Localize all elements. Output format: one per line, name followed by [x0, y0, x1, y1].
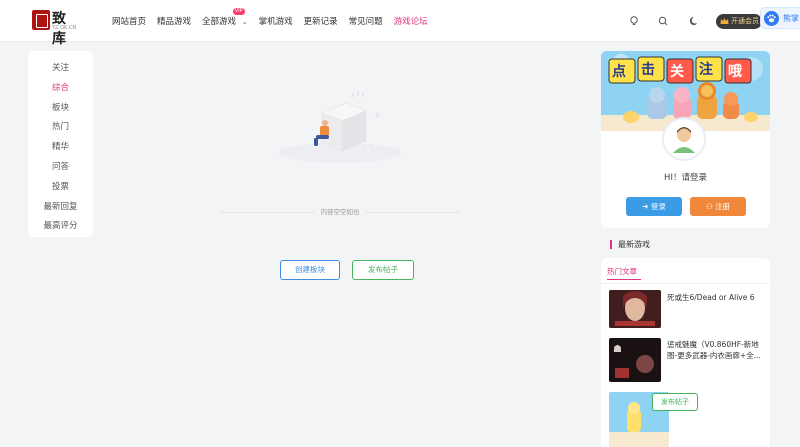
sidebar-item-general[interactable]: 综合: [28, 79, 93, 99]
crown-icon: [720, 18, 729, 24]
open-vip-button[interactable]: 开通会员: [716, 14, 762, 29]
latest-games-heading: 最新游戏: [610, 239, 650, 250]
register-button[interactable]: ⚇ 注册: [690, 197, 746, 216]
user-avatar[interactable]: [662, 117, 706, 161]
banner-char-2: 击: [641, 61, 655, 78]
logo-seal: [32, 10, 50, 30]
article-title-line2[interactable]: 图-更多武器-内衣画廊+全...: [667, 350, 761, 361]
sidebar-item-qa[interactable]: 问答: [28, 158, 93, 178]
sidebar-item-featured[interactable]: 精华: [28, 138, 93, 158]
banner-char-4: 注: [699, 61, 713, 78]
nav-changelog[interactable]: 更新记录: [304, 15, 338, 27]
baidu-label: 熊掌号: [783, 14, 800, 23]
baidu-follow-button[interactable]: 熊掌号: [760, 7, 800, 29]
floating-post-button[interactable]: 发布帖子: [652, 393, 698, 411]
nav-faq[interactable]: 常见问题: [349, 15, 383, 27]
lightbulb-icon[interactable]: [628, 15, 640, 27]
login-icon: ➜: [642, 202, 649, 211]
publish-post-button[interactable]: 发布帖子: [352, 260, 414, 280]
vip-badge: VIP: [232, 8, 245, 15]
article-thumbnail[interactable]: [609, 290, 661, 328]
sidebar-item-hot[interactable]: 热门: [28, 118, 93, 138]
site-header: 致库 YZ.OK.CN 网站首页 精品游戏 全部游戏 VIP ⌄ 掌机游戏 更新…: [0, 0, 800, 47]
empty-state-text: 内容空空如也: [315, 206, 365, 218]
empty-state-illustration: [278, 91, 402, 163]
banner-char-5: 哦: [728, 63, 742, 80]
login-button[interactable]: ➜ 登录: [626, 197, 682, 216]
login-greeting: HI！请登录: [664, 173, 707, 183]
nav-forum[interactable]: 游戏论坛: [394, 15, 428, 27]
create-board-button[interactable]: 创建板块: [280, 260, 340, 280]
user-icon: ⚇: [705, 202, 713, 211]
article-title[interactable]: 死或生6/Dead or Alive 6: [667, 292, 755, 303]
sidebar-item-top-rated[interactable]: 最高评分: [28, 217, 93, 237]
main-nav: 网站首页 精品游戏 全部游戏 VIP ⌄ 掌机游戏 更新记录 常见问题 游戏论坛: [112, 0, 439, 42]
sidebar-item-boards[interactable]: 板块: [28, 99, 93, 119]
sidebar-item-follow[interactable]: 关注: [28, 59, 93, 79]
nav-home[interactable]: 网站首页: [112, 15, 146, 27]
sidebar-item-latest-reply[interactable]: 最新回复: [28, 198, 93, 218]
tab-divider: [601, 283, 770, 284]
logo-subtext: YZ.OK.CN: [52, 25, 77, 31]
nav-handheld-games[interactable]: 掌机游戏: [259, 15, 293, 27]
banner-char-3: 关: [670, 63, 684, 80]
article-title[interactable]: 惩戒魅魔（V0.860HF-新地: [667, 339, 759, 350]
banner-char-1: 点: [612, 63, 626, 80]
moon-icon[interactable]: [688, 15, 700, 27]
active-tab-underline: [607, 279, 641, 280]
article-thumbnail[interactable]: ☗: [609, 338, 661, 382]
chevron-down-icon: ⌄: [241, 18, 248, 26]
tab-hot-articles[interactable]: 热门文章: [607, 266, 637, 277]
svg-text:☗: ☗: [613, 344, 622, 355]
nav-all-games[interactable]: 全部游戏 VIP ⌄: [202, 8, 248, 27]
site-logo[interactable]: 致库 YZ.OK.CN: [32, 8, 78, 47]
search-icon[interactable]: [657, 15, 669, 27]
sidebar-item-vote[interactable]: 投票: [28, 178, 93, 198]
forum-category-sidebar: 关注 综合 板块 热门 精华 问答 投票 最新回复 最高评分: [28, 51, 93, 237]
paw-icon: [764, 11, 779, 26]
nav-featured-games[interactable]: 精品游戏: [157, 15, 191, 27]
